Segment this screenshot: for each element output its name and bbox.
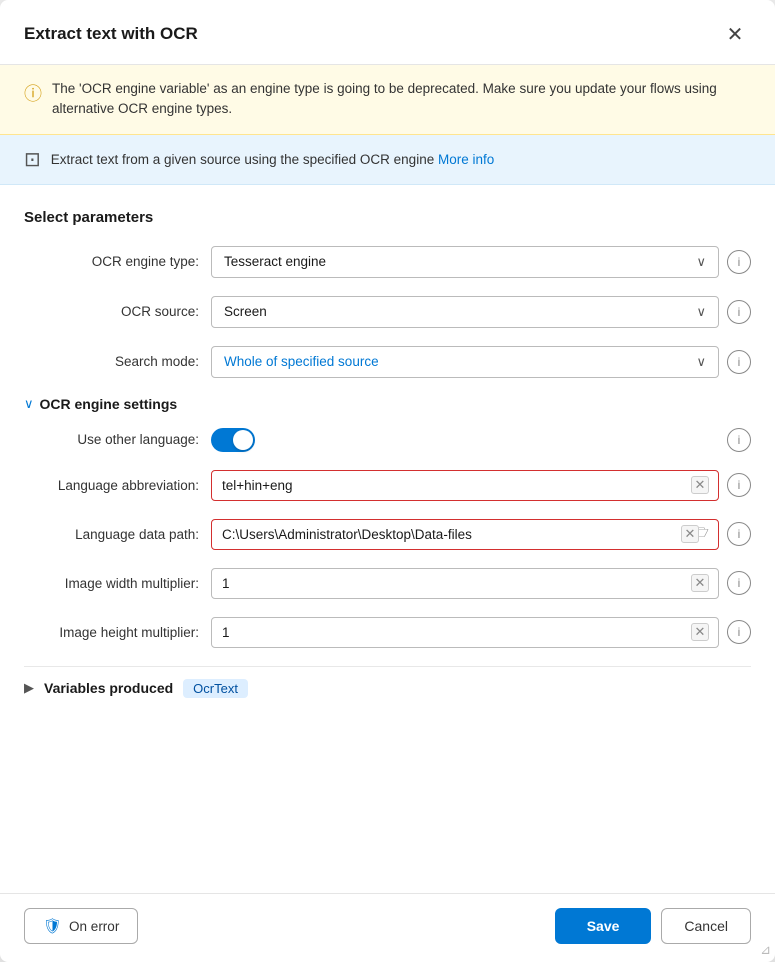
warning-banner: ⓘ The 'OCR engine variable' as an engine… <box>0 65 775 135</box>
image-height-multiplier-row: Image height multiplier: ✕ i <box>24 617 751 648</box>
image-width-multiplier-label: Image width multiplier: <box>24 576 199 591</box>
language-data-path-label: Language data path: <box>24 527 199 542</box>
image-height-multiplier-wrapper: ✕ <box>211 617 719 648</box>
language-abbreviation-clear-button[interactable]: ✕ <box>691 476 709 494</box>
language-abbreviation-wrapper: ✕ <box>211 470 719 501</box>
variables-badge: OcrText <box>183 679 248 698</box>
image-height-multiplier-control: ✕ i <box>211 617 751 648</box>
on-error-label: On error <box>69 919 119 934</box>
language-data-path-input[interactable] <box>211 519 719 550</box>
subsection-collapse-arrow[interactable]: ∨ <box>24 396 34 412</box>
search-mode-value: Whole of specified source <box>224 354 696 369</box>
use-other-language-control: i <box>211 428 751 452</box>
language-abbreviation-control: ✕ i <box>211 470 751 501</box>
image-height-multiplier-clear-button[interactable]: ✕ <box>691 623 709 641</box>
cancel-button[interactable]: Cancel <box>661 908 751 944</box>
section-title: Select parameters <box>24 209 751 226</box>
ocr-engine-type-label: OCR engine type: <box>24 254 199 269</box>
info-banner: ⊡ Extract text from a given source using… <box>0 135 775 185</box>
search-mode-dropdown[interactable]: Whole of specified source ∨ <box>211 346 719 378</box>
ocr-icon: ⊡ <box>24 147 41 172</box>
image-width-multiplier-input[interactable] <box>211 568 719 599</box>
warning-icon: ⓘ <box>24 80 42 106</box>
ocr-engine-type-dropdown[interactable]: Tesseract engine ∨ <box>211 246 719 278</box>
warning-text: The 'OCR engine variable' as an engine t… <box>52 79 751 120</box>
resize-handle: ⊿ <box>760 942 771 958</box>
language-abbreviation-label: Language abbreviation: <box>24 478 199 493</box>
language-abbreviation-input[interactable] <box>211 470 719 501</box>
search-mode-label: Search mode: <box>24 354 199 369</box>
chevron-down-icon: ∨ <box>696 354 706 370</box>
more-info-link[interactable]: More info <box>438 152 494 167</box>
image-width-multiplier-clear-button[interactable]: ✕ <box>691 574 709 592</box>
variables-section: ▶ Variables produced OcrText <box>24 666 751 706</box>
language-data-path-control: 🗁 ✕ i <box>211 519 751 550</box>
search-mode-row: Search mode: Whole of specified source ∨… <box>24 346 751 378</box>
use-other-language-info-button[interactable]: i <box>727 428 751 452</box>
search-mode-control: Whole of specified source ∨ i <box>211 346 751 378</box>
variables-label: Variables produced <box>44 680 173 696</box>
image-width-multiplier-control: ✕ i <box>211 568 751 599</box>
dialog-body: Select parameters OCR engine type: Tesse… <box>0 185 775 894</box>
ocr-source-control: Screen ∨ i <box>211 296 751 328</box>
on-error-button[interactable]: 🛡 On error <box>24 908 138 944</box>
ocr-engine-type-control: Tesseract engine ∨ i <box>211 246 751 278</box>
image-width-multiplier-wrapper: ✕ <box>211 568 719 599</box>
language-data-path-wrapper: 🗁 ✕ <box>211 519 719 550</box>
chevron-down-icon: ∨ <box>696 254 706 270</box>
ocr-engine-type-value: Tesseract engine <box>224 254 696 269</box>
image-width-multiplier-info-button[interactable]: i <box>727 571 751 595</box>
ocr-source-label: OCR source: <box>24 304 199 319</box>
dialog-title: Extract text with OCR <box>24 24 198 44</box>
image-height-multiplier-label: Image height multiplier: <box>24 625 199 640</box>
ocr-source-dropdown[interactable]: Screen ∨ <box>211 296 719 328</box>
use-other-language-toggle[interactable] <box>211 428 255 452</box>
toggle-knob <box>233 430 253 450</box>
image-height-multiplier-info-button[interactable]: i <box>727 620 751 644</box>
search-mode-info-button[interactable]: i <box>727 350 751 374</box>
path-icons: 🗁 ✕ <box>690 522 709 547</box>
dialog-header: Extract text with OCR ✕ <box>0 0 775 65</box>
use-other-language-row: Use other language: i <box>24 428 751 452</box>
shield-icon: 🛡 <box>43 917 62 935</box>
language-abbreviation-info-button[interactable]: i <box>727 473 751 497</box>
info-banner-text: Extract text from a given source using t… <box>51 152 495 167</box>
dialog-footer: 🛡 On error Save Cancel <box>0 893 775 962</box>
language-abbreviation-row: Language abbreviation: ✕ i <box>24 470 751 501</box>
ocr-engine-settings-title: OCR engine settings <box>40 396 178 412</box>
image-height-multiplier-input[interactable] <box>211 617 719 648</box>
save-button[interactable]: Save <box>555 908 652 944</box>
language-data-path-clear-button[interactable]: ✕ <box>681 525 699 543</box>
footer-right: Save Cancel <box>555 908 751 944</box>
image-width-multiplier-row: Image width multiplier: ✕ i <box>24 568 751 599</box>
close-button[interactable]: ✕ <box>719 18 751 50</box>
ocr-engine-type-row: OCR engine type: Tesseract engine ∨ i <box>24 246 751 278</box>
use-other-language-label: Use other language: <box>24 432 199 447</box>
language-data-path-row: Language data path: 🗁 ✕ i <box>24 519 751 550</box>
ocr-engine-settings-header: ∨ OCR engine settings <box>24 396 751 412</box>
ocr-source-value: Screen <box>224 304 696 319</box>
variables-expand-arrow[interactable]: ▶ <box>24 680 34 696</box>
ocr-engine-type-info-button[interactable]: i <box>727 250 751 274</box>
ocr-source-info-button[interactable]: i <box>727 300 751 324</box>
language-data-path-info-button[interactable]: i <box>727 522 751 546</box>
chevron-down-icon: ∨ <box>696 304 706 320</box>
ocr-source-row: OCR source: Screen ∨ i <box>24 296 751 328</box>
